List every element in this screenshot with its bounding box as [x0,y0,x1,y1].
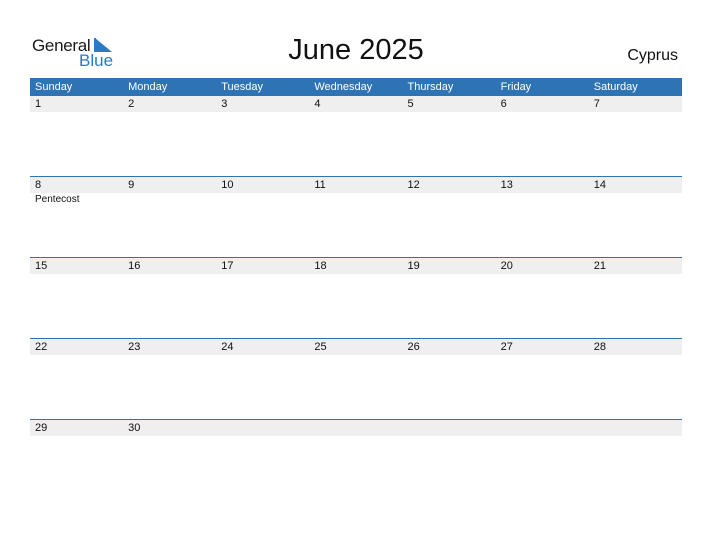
day-number: 19 [407,260,420,272]
day-number: 15 [35,260,48,272]
date-band: 8 9 10 11 12 13 14 [30,177,682,193]
day-number: 7 [593,98,600,110]
day-number: 11 [314,179,326,191]
holiday-label [496,193,589,206]
day-number [589,420,682,436]
day-number [309,420,402,436]
weekday-wednesday: Wednesday [314,81,373,93]
day-number [403,420,496,436]
day-number: 14 [593,179,606,191]
weekday-monday: Monday [128,81,168,93]
date-band: 22 23 24 25 26 27 28 [30,339,682,355]
day-number: 13 [500,179,513,191]
day-number: 22 [35,341,48,353]
holiday-label: Pentecost [35,194,80,205]
date-band: 1 2 3 4 5 6 7 [30,96,682,112]
holiday-label [403,193,496,206]
day-number: 17 [221,260,234,272]
holiday-label [309,193,402,206]
weekday-saturday: Saturday [593,81,638,93]
weekday-thursday: Thursday [407,81,454,93]
day-number: 30 [128,422,141,434]
weekday-tuesday: Tuesday [221,81,264,93]
day-number: 10 [221,179,234,191]
date-band: 15 16 17 18 19 20 21 [30,258,682,274]
day-number: 20 [500,260,513,272]
day-number: 3 [221,98,228,110]
day-number: 16 [128,260,141,272]
week-row: 22 23 24 25 26 27 28 [30,338,682,355]
events-row: Pentecost [30,193,682,206]
day-number: 27 [500,341,513,353]
day-number: 26 [407,341,420,353]
day-number: 4 [314,98,321,110]
day-number: 23 [128,341,141,353]
page-title: June 2025 [288,34,424,66]
week-row: 15 16 17 18 19 20 21 [30,257,682,274]
day-number: 28 [593,341,606,353]
day-number: 25 [314,341,327,353]
week-row: 8 9 10 11 12 13 14 Pentecost [30,176,682,206]
day-number [496,420,589,436]
day-number: 9 [128,179,135,191]
holiday-label [123,193,216,206]
day-number: 21 [593,260,606,272]
date-band: 29 30 [30,420,682,436]
weekday-header: Sunday Monday Tuesday Wednesday Thursday… [30,78,682,96]
weekday-friday: Friday [500,81,532,93]
week-row: 29 30 [30,419,682,436]
country-label: Cyprus [627,47,678,64]
day-number: 12 [407,179,420,191]
day-number: 1 [35,98,42,110]
week-row: 1 2 3 4 5 6 7 [30,96,682,112]
day-number: 24 [221,341,234,353]
day-number: 18 [314,260,327,272]
day-number: 29 [35,422,48,434]
holiday-label [589,193,682,206]
day-number: 8 [35,179,42,191]
weekday-sunday: Sunday [35,81,73,93]
day-number: 5 [407,98,414,110]
holiday-label [216,193,309,206]
day-number [216,420,309,436]
day-number: 6 [500,98,507,110]
day-number: 2 [128,98,135,110]
